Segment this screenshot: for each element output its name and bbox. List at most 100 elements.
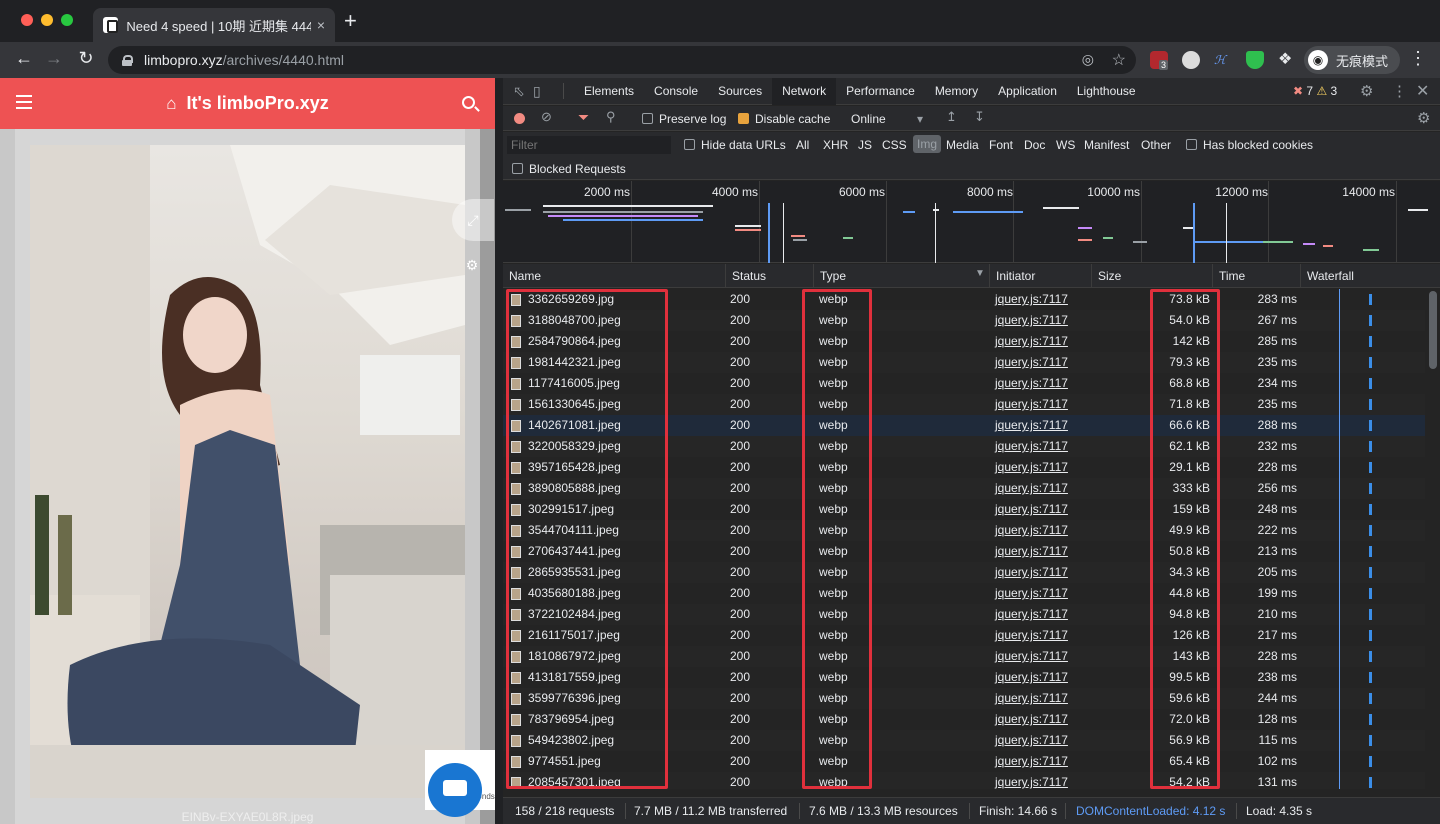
extension-translate-icon[interactable]: ℋ <box>1214 51 1232 69</box>
devtools-close-icon[interactable]: ✕ <box>1416 81 1429 101</box>
filter-type-css[interactable]: CSS <box>882 138 907 152</box>
address-bar[interactable]: limbopro.xyz/archives/4440.html ◎ ☆ <box>108 46 1136 74</box>
table-scrollbar-thumb[interactable] <box>1429 291 1437 369</box>
search-icon[interactable] <box>462 96 475 109</box>
throttle-select[interactable]: Online ▾ <box>851 112 923 126</box>
col-size[interactable]: Size <box>1092 264 1213 288</box>
filter-type-font[interactable]: Font <box>989 138 1013 152</box>
settings-gear-icon[interactable]: ⚙ <box>452 244 492 286</box>
row-initiator[interactable]: jquery.js:7117 <box>995 688 1068 709</box>
clear-icon[interactable]: ⊘ <box>541 109 552 125</box>
row-initiator[interactable]: jquery.js:7117 <box>995 730 1068 751</box>
row-initiator[interactable]: jquery.js:7117 <box>995 373 1068 394</box>
col-name[interactable]: Name <box>503 264 726 288</box>
import-har-icon[interactable]: ↥ <box>946 109 957 125</box>
back-icon[interactable]: ← <box>12 48 36 69</box>
filter-type-img[interactable]: Img <box>913 135 942 153</box>
tab-lighthouse[interactable]: Lighthouse <box>1067 78 1146 105</box>
col-waterfall[interactable]: Waterfall <box>1301 264 1440 288</box>
row-initiator[interactable]: jquery.js:7117 <box>995 394 1068 415</box>
hide-data-urls-checkbox[interactable]: Hide data URLs <box>684 138 786 152</box>
forward-icon[interactable]: → <box>42 48 66 69</box>
ublock-icon[interactable]: 3 <box>1150 51 1169 70</box>
maximize-window-button[interactable] <box>61 14 73 26</box>
col-status[interactable]: Status <box>726 264 814 288</box>
filter-type-ws[interactable]: WS <box>1056 138 1075 152</box>
row-initiator[interactable]: jquery.js:7117 <box>995 667 1068 688</box>
search-network-icon[interactable]: ⚲ <box>606 109 616 125</box>
row-initiator[interactable]: jquery.js:7117 <box>995 478 1068 499</box>
filter-type-xhr[interactable]: XHR <box>823 138 848 152</box>
tab-memory[interactable]: Memory <box>925 78 988 105</box>
row-initiator[interactable]: jquery.js:7117 <box>995 562 1068 583</box>
incognito-indicator[interactable]: ◉ 无痕模式 <box>1304 46 1400 74</box>
browser-menu-icon[interactable]: ⋮ <box>1406 48 1430 69</box>
tab-close-icon[interactable]: × <box>317 17 325 33</box>
col-type[interactable]: Type <box>814 264 990 288</box>
row-initiator[interactable]: jquery.js:7117 <box>995 541 1068 562</box>
tab-console[interactable]: Console <box>644 78 708 105</box>
reload-icon[interactable]: ↻ <box>74 48 98 69</box>
network-overview[interactable]: 2000 ms 4000 ms 6000 ms 8000 ms 10000 ms… <box>503 181 1440 263</box>
row-initiator[interactable]: jquery.js:7117 <box>995 310 1068 331</box>
row-initiator[interactable]: jquery.js:7117 <box>995 499 1068 520</box>
extensions-puzzle-icon[interactable]: ❖ <box>1278 51 1296 69</box>
row-initiator[interactable]: jquery.js:7117 <box>995 751 1068 772</box>
close-window-button[interactable] <box>21 14 33 26</box>
new-tab-button[interactable]: + <box>344 10 357 32</box>
filter-type-js[interactable]: JS <box>858 138 872 152</box>
browser-tab[interactable]: Need 4 speed | 10期 近期集 4440 × <box>93 8 335 42</box>
row-initiator[interactable]: jquery.js:7117 <box>995 289 1068 310</box>
devtools-settings-icon[interactable]: ⚙ <box>1360 82 1373 100</box>
blocked-requests-checkbox[interactable]: Blocked Requests <box>512 162 626 176</box>
row-initiator[interactable]: jquery.js:7117 <box>995 352 1068 373</box>
record-icon[interactable] <box>514 113 525 124</box>
export-har-icon[interactable]: ↧ <box>974 109 985 125</box>
filter-type-media[interactable]: Media <box>946 138 979 152</box>
row-initiator[interactable]: jquery.js:7117 <box>995 625 1068 646</box>
chat-bubble-icon[interactable] <box>428 763 482 817</box>
tab-application[interactable]: Application <box>988 78 1067 105</box>
row-initiator[interactable]: jquery.js:7117 <box>995 415 1068 436</box>
shield-icon[interactable] <box>1246 51 1264 69</box>
hamburger-menu-icon[interactable] <box>16 95 32 109</box>
row-initiator[interactable]: jquery.js:7117 <box>995 583 1068 604</box>
minimize-window-button[interactable] <box>41 14 53 26</box>
disable-cache-checkbox[interactable]: Disable cache <box>738 112 830 126</box>
col-time[interactable]: Time <box>1213 264 1301 288</box>
has-blocked-cookies-checkbox[interactable]: Has blocked cookies <box>1186 138 1313 152</box>
fullscreen-icon[interactable]: ⤢ <box>452 199 494 241</box>
tab-sources[interactable]: Sources <box>708 78 772 105</box>
filter-type-manifest[interactable]: Manifest <box>1084 138 1129 152</box>
extension-swirl-icon[interactable] <box>1182 51 1200 69</box>
tab-performance[interactable]: Performance <box>836 78 925 105</box>
col-initiator[interactable]: Initiator <box>990 264 1092 288</box>
tab-elements[interactable]: Elements <box>574 78 644 105</box>
filter-input[interactable] <box>507 136 671 154</box>
row-initiator[interactable]: jquery.js:7117 <box>995 709 1068 730</box>
error-count[interactable]: ✖ 7 ⚠ 3 <box>1293 84 1337 98</box>
home-icon[interactable]: ⌂ <box>166 94 176 114</box>
eye-off-icon[interactable]: ◎ <box>1082 51 1094 68</box>
row-initiator[interactable]: jquery.js:7117 <box>995 646 1068 667</box>
row-initiator[interactable]: jquery.js:7117 <box>995 457 1068 478</box>
row-initiator[interactable]: jquery.js:7117 <box>995 436 1068 457</box>
table-scrollbar[interactable] <box>1426 289 1440 797</box>
network-settings-icon[interactable]: ⚙ <box>1417 109 1430 127</box>
devtools-more-icon[interactable]: ⋮ <box>1392 82 1407 100</box>
site-title[interactable]: It's limboPro.xyz <box>186 93 328 114</box>
row-initiator[interactable]: jquery.js:7117 <box>995 604 1068 625</box>
row-initiator[interactable]: jquery.js:7117 <box>995 772 1068 789</box>
bookmark-star-icon[interactable]: ☆ <box>1112 50 1126 70</box>
filter-type-other[interactable]: Other <box>1141 138 1171 152</box>
inspect-element-icon[interactable]: ⬁ <box>513 83 533 100</box>
tab-network[interactable]: Network <box>772 77 837 105</box>
row-initiator[interactable]: jquery.js:7117 <box>995 520 1068 541</box>
waterfall-marker-line <box>1339 310 1340 331</box>
filter-type-doc[interactable]: Doc <box>1024 138 1045 152</box>
filter-funnel-icon[interactable]: ⏷ <box>578 109 589 126</box>
preserve-log-checkbox[interactable]: Preserve log <box>642 112 726 126</box>
row-initiator[interactable]: jquery.js:7117 <box>995 331 1068 352</box>
device-toolbar-icon[interactable]: ▯ <box>533 83 563 100</box>
filter-type-all[interactable]: All <box>796 138 809 152</box>
